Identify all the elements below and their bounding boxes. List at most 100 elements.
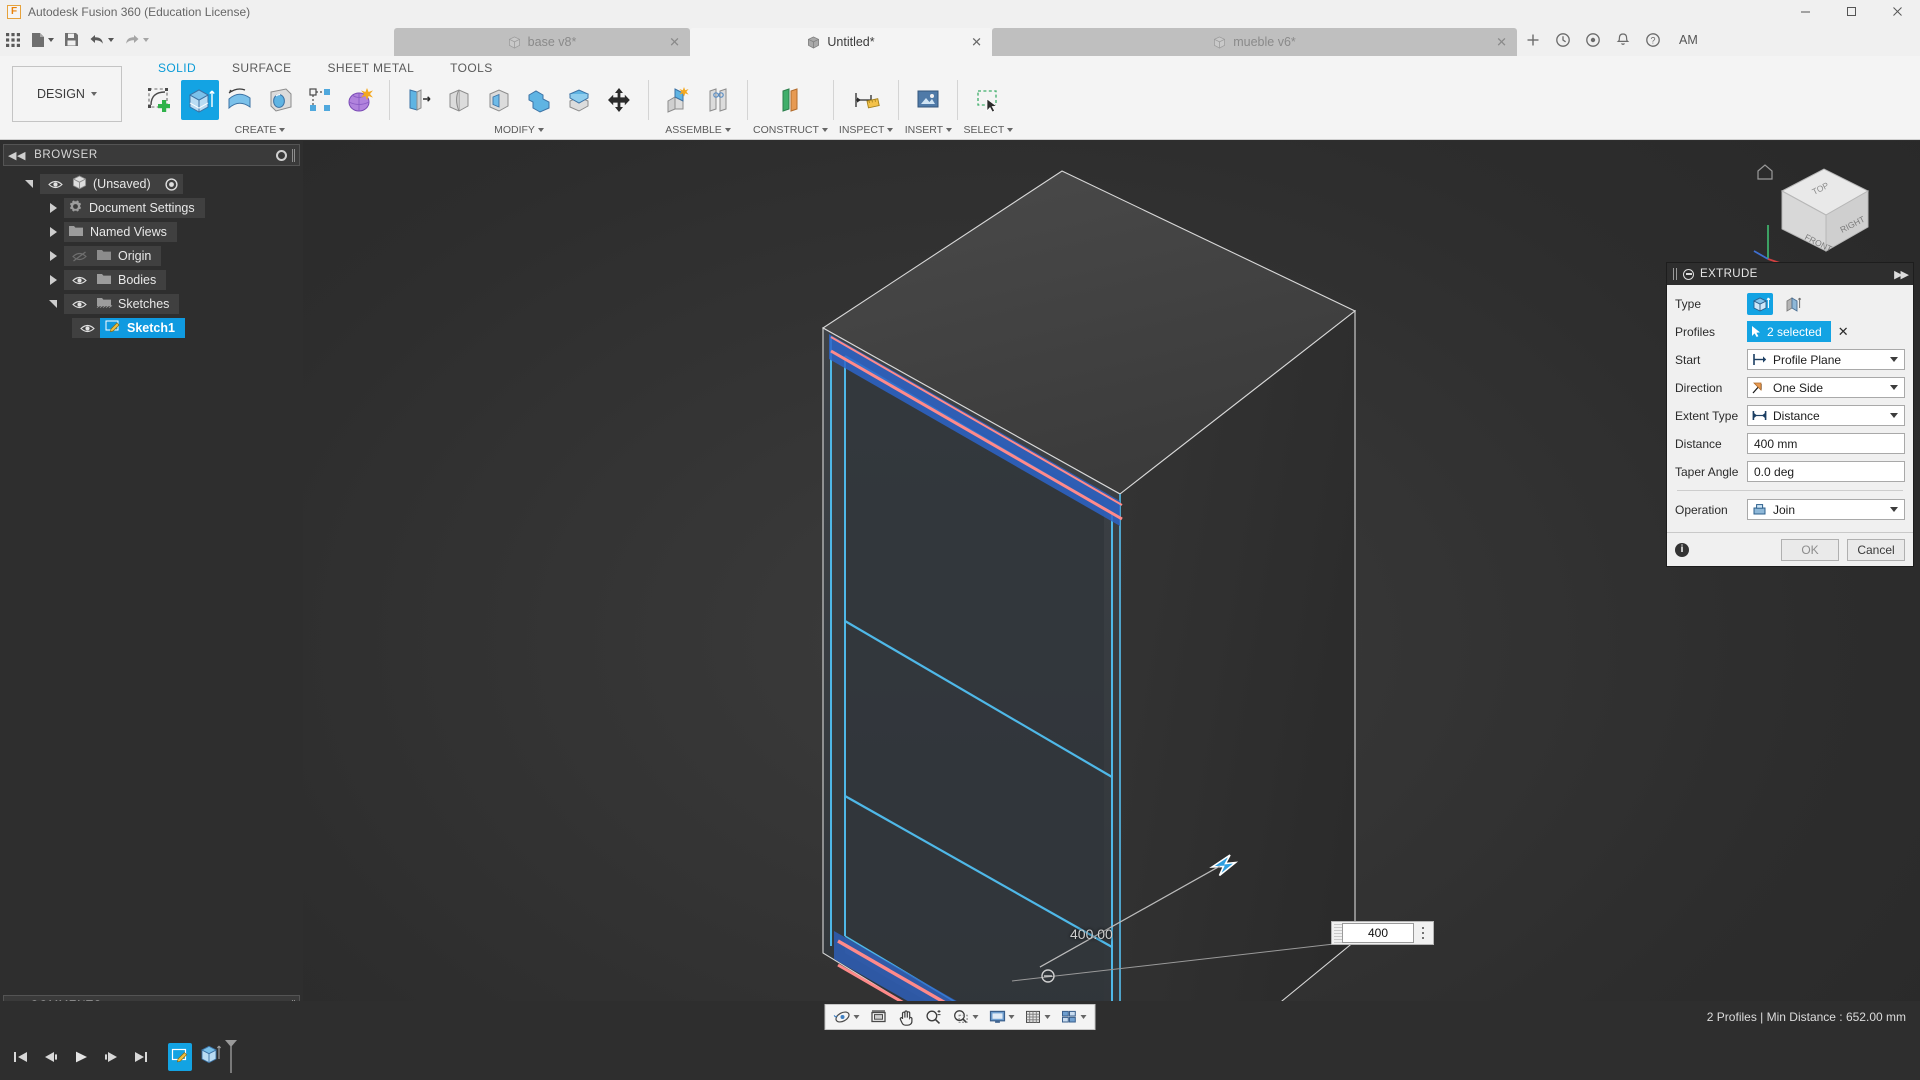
orbit-dropdown-caret-icon[interactable] (853, 1015, 860, 1019)
direction-select[interactable]: One Side (1747, 377, 1905, 398)
browser-pin-icon[interactable] (276, 149, 287, 161)
view-cube[interactable]: FRONT RIGHT TOP (1752, 155, 1872, 270)
close-button[interactable] (1874, 0, 1920, 23)
select-group-caret-icon[interactable] (1007, 128, 1014, 132)
dimension-input[interactable] (1342, 923, 1414, 943)
dialog-collapse-icon[interactable] (1683, 268, 1694, 280)
visibility-hidden-eye-icon[interactable] (68, 250, 90, 262)
cancel-button[interactable]: Cancel (1847, 538, 1905, 561)
extrude-icon[interactable] (181, 80, 219, 120)
ok-button[interactable]: OK (1781, 538, 1839, 561)
help-icon[interactable]: ? (1643, 30, 1663, 50)
modify-group-caret-icon[interactable] (537, 128, 544, 132)
split-body-icon[interactable] (560, 80, 598, 120)
shell-icon[interactable] (480, 80, 518, 120)
create-form-icon[interactable] (341, 80, 379, 120)
distance-input[interactable]: 400 mm (1747, 433, 1905, 454)
jobs-status-icon[interactable] (1553, 30, 1573, 50)
new-component-icon[interactable] (659, 80, 697, 120)
save-icon[interactable] (59, 23, 84, 56)
redo-icon[interactable] (119, 23, 154, 56)
step-back-icon[interactable] (42, 1048, 60, 1066)
expander-closed-icon[interactable] (42, 227, 64, 237)
step-forward-icon[interactable] (102, 1048, 120, 1066)
joint-icon[interactable] (699, 80, 737, 120)
new-document-dropdown-caret-icon[interactable] (48, 37, 54, 42)
extrude-solid-icon[interactable] (1747, 292, 1773, 315)
timeline-feature-extrude[interactable] (198, 1042, 222, 1071)
create-group-caret-icon[interactable] (279, 128, 286, 132)
tree-row-document-settings[interactable]: Document Settings (0, 196, 303, 220)
dimension-input-grip[interactable] (1334, 923, 1342, 943)
zoom-window-icon[interactable] (949, 1006, 983, 1028)
expander-closed-icon[interactable] (42, 275, 64, 285)
browser-resize-grip[interactable] (292, 148, 295, 162)
operation-dropdown-caret-icon[interactable] (1890, 507, 1898, 512)
document-tab-mueble[interactable]: mueble v6* ✕ (992, 28, 1517, 56)
dimension-input-group[interactable] (1331, 921, 1434, 945)
minimize-button[interactable] (1782, 0, 1828, 23)
document-tab-base[interactable]: base v8* ✕ (394, 28, 690, 56)
press-pull-icon[interactable] (400, 80, 438, 120)
ribbon-tab-tools[interactable]: TOOLS (432, 58, 510, 78)
orbit-icon[interactable] (830, 1006, 864, 1028)
ribbon-group-label-assemble[interactable]: ASSEMBLE (665, 122, 731, 138)
expander-open-icon[interactable] (42, 300, 64, 308)
measure-icon[interactable] (847, 80, 885, 120)
insert-mcmaster-icon[interactable] (909, 80, 947, 120)
tree-label-group-selected[interactable]: Sketch1 (100, 318, 185, 338)
expander-open-icon[interactable] (18, 180, 40, 188)
expander-closed-icon[interactable] (42, 251, 64, 261)
insert-group-caret-icon[interactable] (946, 128, 953, 132)
revolve-icon[interactable] (221, 80, 259, 120)
look-at-icon[interactable] (866, 1006, 892, 1028)
tree-row-sketch1[interactable]: Sketch1 (0, 316, 303, 340)
document-tab-close-icon[interactable]: ✕ (971, 36, 982, 49)
grid-snaps-dropdown-caret-icon[interactable] (1044, 1015, 1051, 1019)
visibility-eye-icon[interactable] (44, 179, 66, 190)
dialog-drag-grip[interactable] (1673, 268, 1677, 280)
grid-snaps-icon[interactable] (1021, 1006, 1055, 1028)
zoom-window-dropdown-caret-icon[interactable] (972, 1015, 979, 1019)
profiles-selection-chip[interactable]: 2 selected (1747, 321, 1831, 342)
document-tab-close-icon[interactable]: ✕ (1496, 36, 1507, 49)
clear-profiles-icon[interactable]: ✕ (1838, 325, 1849, 338)
add-tab-button[interactable] (1523, 30, 1543, 50)
construct-group-caret-icon[interactable] (821, 128, 828, 132)
visibility-eye-icon[interactable] (68, 275, 90, 286)
display-settings-dropdown-caret-icon[interactable] (1008, 1015, 1015, 1019)
skip-start-icon[interactable] (12, 1048, 30, 1066)
extensions-icon[interactable] (1583, 30, 1603, 50)
extent-type-select[interactable]: Distance (1747, 405, 1905, 426)
operation-select[interactable]: Join (1747, 499, 1905, 520)
timeline-feature-sketch1[interactable] (168, 1042, 192, 1071)
pan-icon[interactable] (894, 1006, 919, 1028)
extent-type-dropdown-caret-icon[interactable] (1890, 413, 1898, 418)
activate-component-radio[interactable] (160, 174, 183, 194)
pattern-icon[interactable] (301, 80, 339, 120)
display-settings-icon[interactable] (985, 1006, 1019, 1028)
start-dropdown-caret-icon[interactable] (1890, 357, 1898, 362)
ribbon-group-label-create[interactable]: CREATE (235, 122, 286, 138)
workspace-dropdown-caret-icon[interactable] (90, 92, 97, 96)
tree-row-origin[interactable]: Origin (0, 244, 303, 268)
workspace-switcher-button[interactable]: DESIGN (12, 66, 122, 122)
dialog-expand-icon[interactable]: ▶▶ (1894, 268, 1909, 281)
ribbon-tab-sheet-metal[interactable]: SHEET METAL (310, 58, 433, 78)
play-icon[interactable] (72, 1048, 90, 1066)
tree-row-named-views[interactable]: Named Views (0, 220, 303, 244)
ribbon-tab-solid[interactable]: SOLID (140, 58, 214, 78)
document-tab-close-icon[interactable]: ✕ (669, 36, 680, 49)
skip-end-icon[interactable] (132, 1048, 150, 1066)
tree-row-bodies[interactable]: Bodies (0, 268, 303, 292)
viewports-dropdown-caret-icon[interactable] (1080, 1015, 1087, 1019)
move-copy-icon[interactable] (600, 80, 638, 120)
visibility-eye-icon[interactable] (76, 323, 98, 334)
visibility-eye-icon[interactable] (68, 299, 90, 310)
tree-row-sketches[interactable]: Sketches (0, 292, 303, 316)
ribbon-group-label-insert[interactable]: INSERT (905, 122, 953, 138)
create-sketch-icon[interactable] (141, 80, 179, 120)
tree-row-unsaved[interactable]: (Unsaved) (0, 172, 303, 196)
sweep-icon[interactable] (261, 80, 299, 120)
redo-dropdown-caret-icon[interactable] (143, 37, 149, 42)
